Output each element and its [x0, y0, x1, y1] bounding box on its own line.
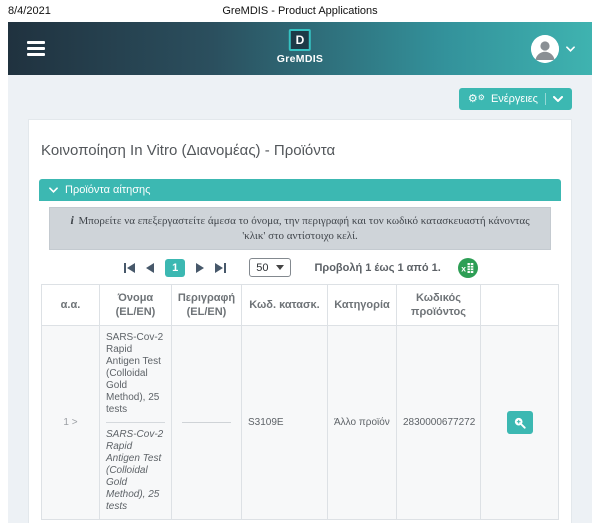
gears-icon: ⚙⚙: [468, 94, 485, 105]
col-header-description: Περιγραφή (EL/EN): [172, 284, 242, 326]
svg-text:x: x: [461, 263, 466, 273]
name-el: SARS-Cov-2 Rapid Antigen Test (Colloidal…: [106, 332, 165, 416]
content-area: ⚙⚙ Ενέργειες Κοινοποίηση In Vitro (Διανο…: [8, 75, 592, 523]
table-row: 1 > SARS-Cov-2 Rapid Antigen Test (Collo…: [42, 326, 559, 520]
logo-letter: D: [296, 33, 305, 47]
col-header-product-code: Κωδικός προϊόντος: [397, 284, 481, 326]
actions-row: ⚙⚙ Ενέργειες: [28, 88, 572, 110]
panel-title: Προϊόντα αίτησης: [65, 184, 150, 196]
col-header-manufacturer-code: Κωδ. κατασκ.: [242, 284, 328, 326]
navbar: D GreMDIS: [8, 22, 592, 75]
menu-icon[interactable]: [25, 37, 47, 60]
info-box: i Μπορείτε να επεξεργαστείτε άμεσα το όν…: [49, 207, 551, 250]
page-title: Κοινοποίηση In Vitro (Διανομέας) - Προϊό…: [41, 142, 559, 159]
last-page-button[interactable]: [213, 261, 228, 275]
table-header-row: α.α. Όνομα (EL/EN) Περιγραφή (EL/EN) Κωδ…: [42, 284, 559, 326]
app-window: D GreMDIS ⚙⚙: [8, 22, 592, 523]
info-message: Μπορείτε να επεξεργαστείτε άμεσα το όνομ…: [79, 215, 530, 242]
pagination: 1 50 Προβολή 1 έως 1 από 1.: [39, 258, 561, 278]
name-cell[interactable]: SARS-Cov-2 Rapid Antigen Test (Colloidal…: [100, 326, 172, 520]
app-logo[interactable]: D GreMDIS: [277, 29, 323, 65]
col-header-name: Όνομα (EL/EN): [100, 284, 172, 326]
chevron-down-icon: [566, 46, 575, 52]
logo-icon: D: [289, 29, 311, 51]
category-cell: Άλλο προϊόν: [328, 326, 397, 520]
info-icon: i: [70, 213, 73, 227]
app-name: GreMDIS: [277, 53, 323, 65]
user-menu[interactable]: [531, 35, 575, 63]
name-en: SARS-Cov-2 Rapid Antigen Test (Colloidal…: [106, 429, 165, 513]
description-cell[interactable]: [172, 326, 242, 520]
page: 8/4/2021 GreMDIS - Product Applications …: [0, 0, 600, 523]
view-details-button[interactable]: [507, 411, 533, 434]
chevron-down-icon: [49, 187, 58, 193]
print-header: 8/4/2021 GreMDIS - Product Applications: [0, 0, 600, 22]
manufacturer-code-cell[interactable]: S3109E: [242, 326, 328, 520]
current-page[interactable]: 1: [165, 259, 185, 277]
product-code-cell: 2830000677272: [397, 326, 481, 520]
excel-export-icon[interactable]: x: [458, 258, 478, 278]
print-title: GreMDIS - Product Applications: [222, 5, 377, 17]
pagination-summary: Προβολή 1 έως 1 από 1.: [314, 262, 440, 274]
next-page-button[interactable]: [194, 261, 206, 275]
page-size-value: 50: [256, 262, 268, 274]
actions-button[interactable]: ⚙⚙ Ενέργειες: [459, 88, 572, 110]
panel-header-products[interactable]: Προϊόντα αίτησης: [39, 179, 561, 201]
col-header-actions: [481, 284, 559, 326]
avatar: [531, 35, 559, 63]
col-header-index: α.α.: [42, 284, 100, 326]
chevron-down-icon: [553, 96, 563, 102]
products-table: α.α. Όνομα (EL/EN) Περιγραφή (EL/EN) Κωδ…: [41, 284, 559, 521]
select-caret-icon: [276, 265, 284, 270]
print-date: 8/4/2021: [8, 5, 51, 17]
magnifier-plus-icon: [513, 416, 527, 430]
prev-page-button[interactable]: [144, 261, 156, 275]
main-card: Κοινοποίηση In Vitro (Διανομέας) - Προϊό…: [28, 119, 572, 523]
products-panel: Προϊόντα αίτησης i Μπορείτε να επεξεργασ…: [39, 179, 561, 520]
row-index-cell[interactable]: 1 >: [42, 326, 100, 520]
first-page-button[interactable]: [122, 261, 137, 275]
action-cell: [481, 326, 559, 520]
actions-label: Ενέργειες: [491, 93, 538, 105]
page-size-select[interactable]: 50: [249, 258, 291, 277]
col-header-category: Κατηγορία: [328, 284, 397, 326]
